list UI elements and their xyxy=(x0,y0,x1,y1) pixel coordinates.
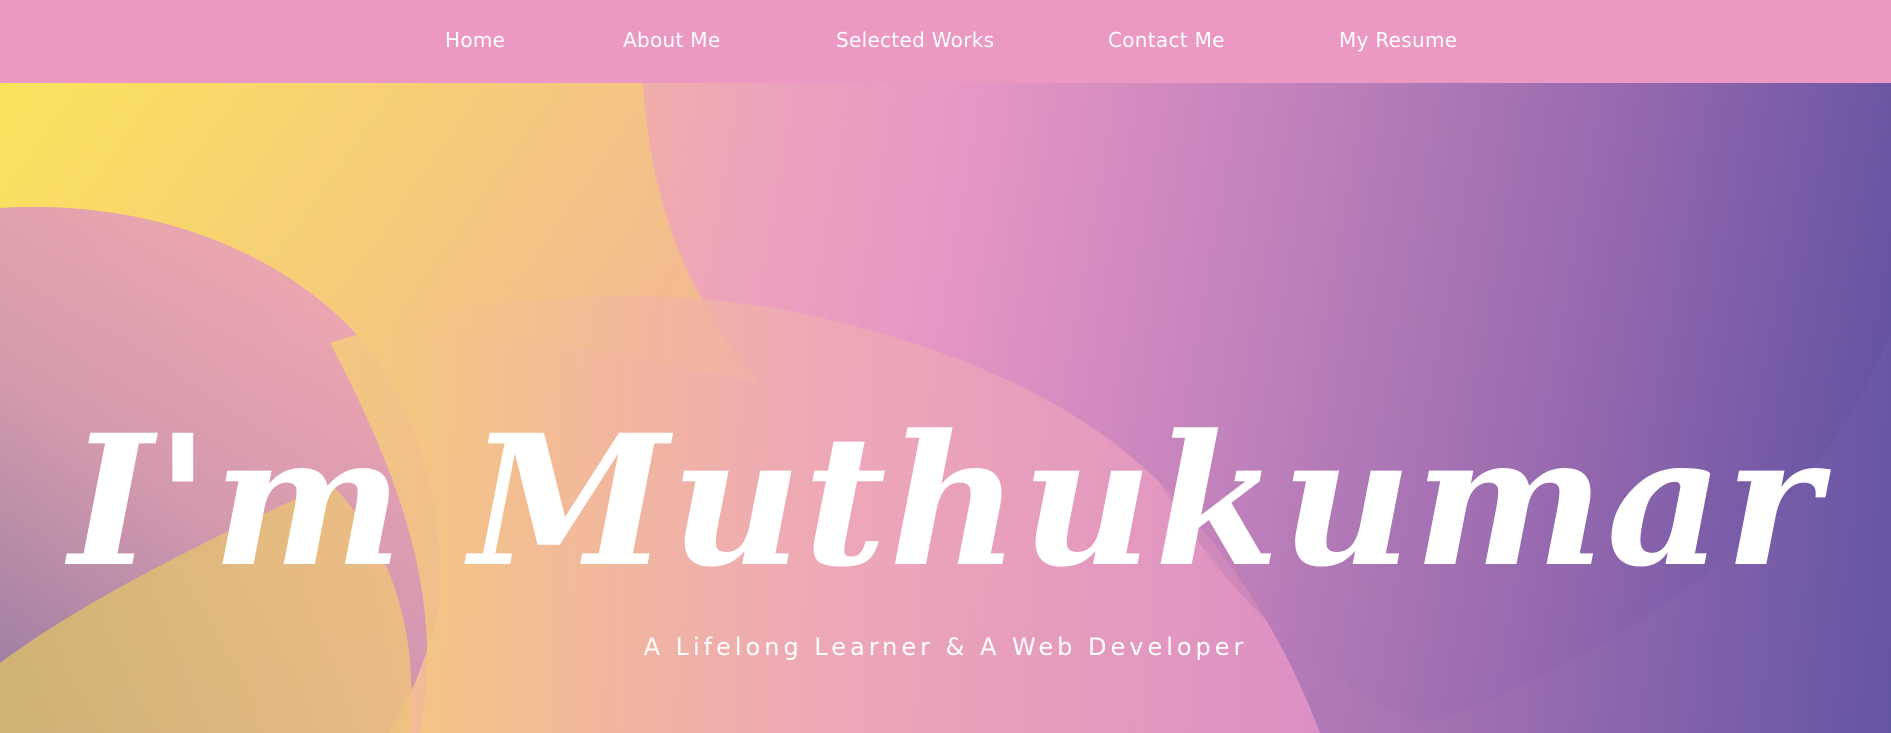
nav-link-my-resume[interactable]: My Resume xyxy=(1339,28,1457,52)
hero-title: I'm Muthukumar xyxy=(69,395,1822,607)
nav-menu: Home About Me Selected Works Contact Me … xyxy=(0,0,1891,83)
hero-section: I'm Muthukumar A Lifelong Learner & A We… xyxy=(0,83,1891,733)
hero-subtitle: A Lifelong Learner & A Web Developer xyxy=(643,633,1248,661)
nav-link-about-me[interactable]: About Me xyxy=(623,28,720,52)
nav-link-home[interactable]: Home xyxy=(445,28,505,52)
nav-link-contact-me[interactable]: Contact Me xyxy=(1108,28,1225,52)
top-navbar: Home About Me Selected Works Contact Me … xyxy=(0,0,1891,83)
nav-link-selected-works[interactable]: Selected Works xyxy=(836,28,994,52)
